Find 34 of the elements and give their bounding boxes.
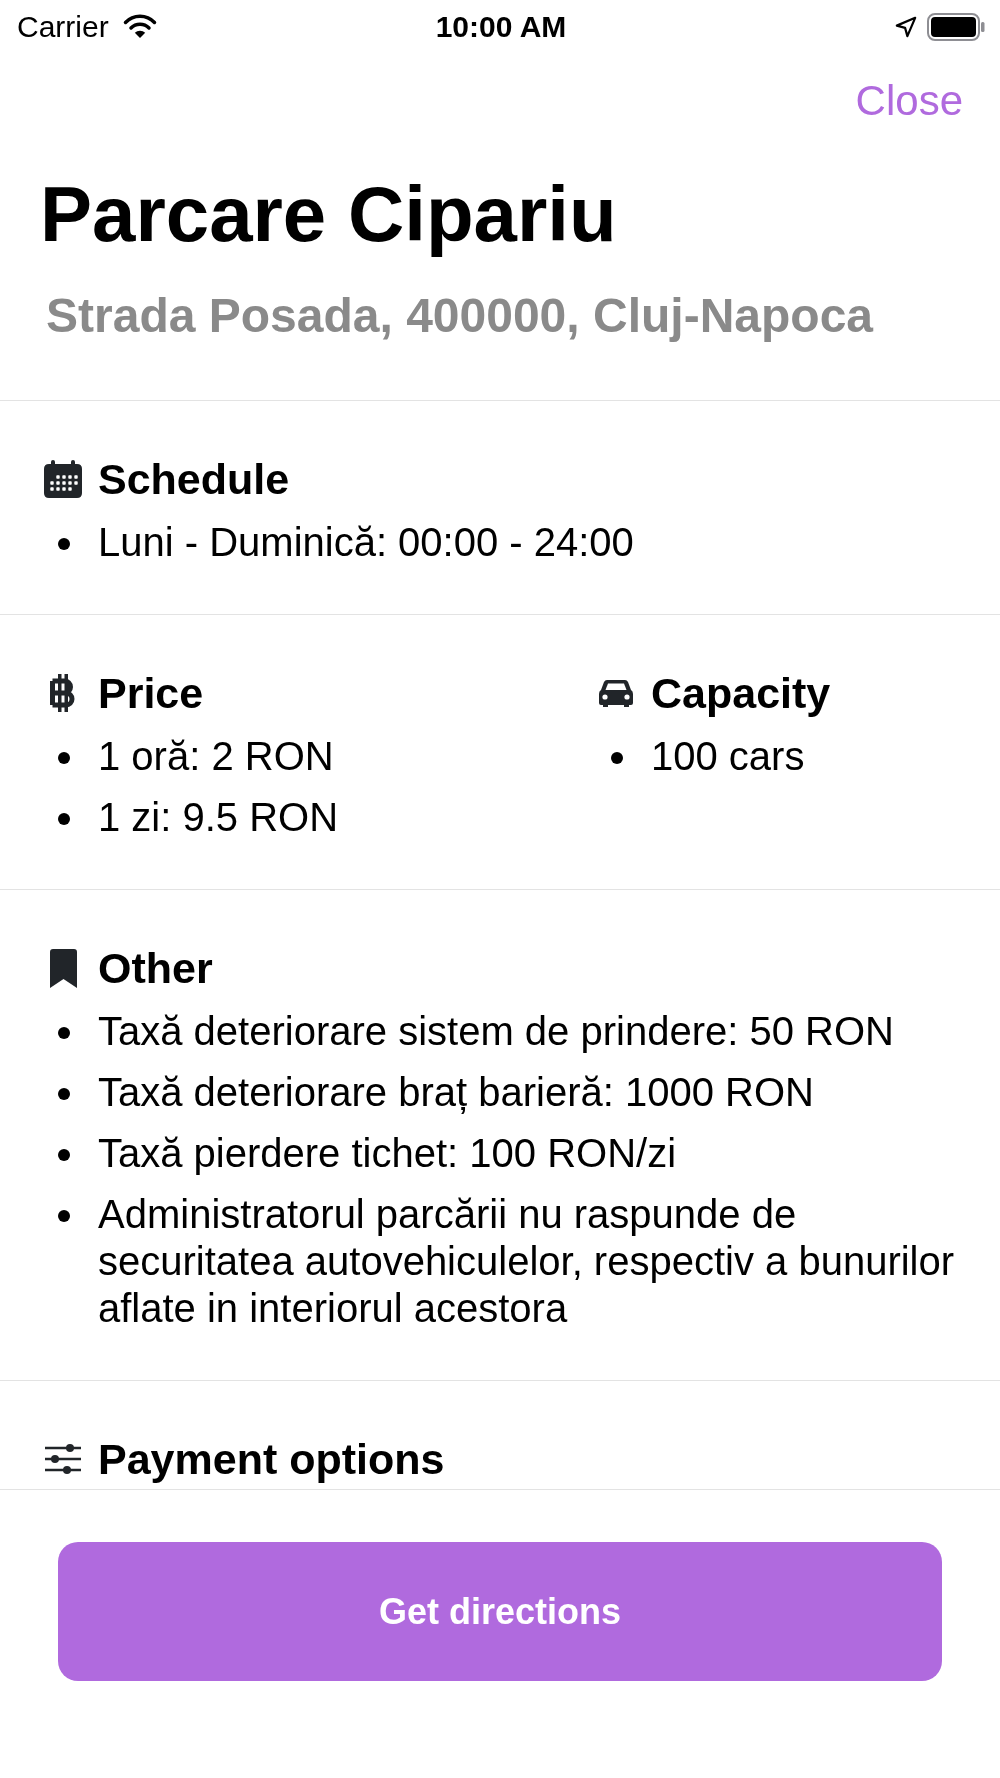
list-item-text: 100 cars bbox=[651, 733, 805, 780]
get-directions-button[interactable]: Get directions bbox=[58, 1542, 942, 1681]
location-arrow-icon bbox=[895, 15, 917, 38]
bullet-icon bbox=[58, 813, 70, 825]
bullet-icon bbox=[611, 752, 623, 764]
baht-sign-icon bbox=[49, 674, 77, 712]
status-time: 10:00 AM bbox=[435, 8, 567, 45]
bullet-icon bbox=[58, 1088, 70, 1100]
section-heading: Price bbox=[98, 668, 204, 719]
list-item-text: 1 zi: 9.5 RON bbox=[98, 794, 339, 841]
address-text: Strada Posada, 400000, Cluj-Napoca bbox=[45, 288, 875, 344]
wifi-icon bbox=[122, 14, 157, 39]
bullet-icon bbox=[58, 1149, 70, 1161]
list-item-text: Administratorul parcării nu raspunde de securitatea autovehiculelor, respectiv a bunurilor aflate in interiorul acestora bbox=[98, 1191, 956, 1332]
section-heading: Payment options bbox=[98, 1434, 445, 1485]
list-item-text: Taxă pierdere tichet: 100 RON/zi bbox=[98, 1130, 677, 1177]
battery-icon bbox=[927, 12, 985, 41]
bullet-icon bbox=[58, 538, 70, 550]
list-item-text: Taxă deteriorare sistem de prindere: 50 RON bbox=[98, 1008, 894, 1055]
bullet-icon bbox=[58, 752, 70, 764]
bullet-icon bbox=[58, 1210, 70, 1222]
car-icon bbox=[599, 679, 633, 707]
section-heading: Other bbox=[98, 943, 213, 994]
section-heading: Schedule bbox=[98, 454, 290, 505]
carrier-name: Carrier bbox=[17, 8, 109, 45]
close-button[interactable]: Close bbox=[855, 76, 963, 126]
bookmark-icon bbox=[49, 948, 77, 988]
list-item-text: Taxă deteriorare braț barieră: 1000 RON bbox=[98, 1069, 814, 1116]
list-item-text: Luni - Duminică: 00:00 - 24:00 bbox=[98, 519, 634, 566]
bullet-icon bbox=[58, 1027, 70, 1039]
sliders-icon bbox=[45, 1443, 81, 1475]
section-heading: Capacity bbox=[651, 668, 831, 719]
list-item-text: 1 oră: 2 RON bbox=[98, 733, 334, 780]
calendar-icon bbox=[44, 460, 82, 498]
